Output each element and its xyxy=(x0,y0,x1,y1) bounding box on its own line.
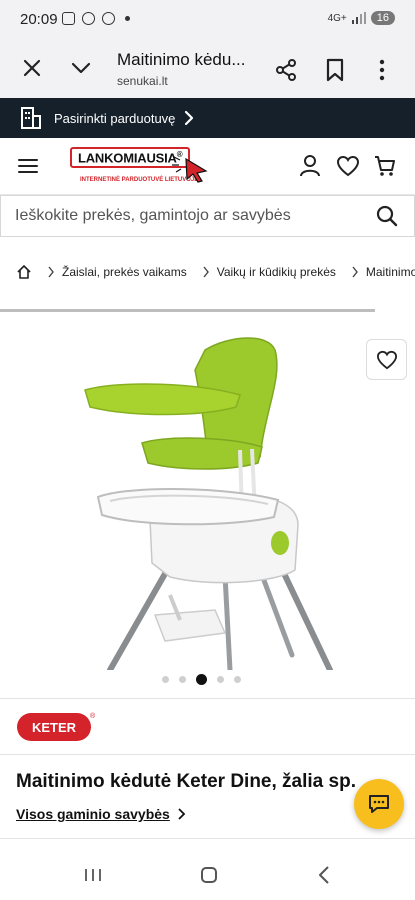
signal-icon xyxy=(351,12,366,24)
page-title[interactable]: Maitinimo kėdu... xyxy=(117,50,246,70)
chevron-right-icon xyxy=(48,266,54,278)
notification-dot-icon xyxy=(125,16,130,21)
product-image[interactable] xyxy=(30,325,390,670)
user-icon[interactable] xyxy=(299,154,321,178)
breadcrumb-item[interactable]: Žaislai, prekės vaikams xyxy=(62,265,187,279)
gallery-dot[interactable] xyxy=(196,674,207,685)
search-icon[interactable] xyxy=(376,205,398,227)
gallery-dot[interactable] xyxy=(179,676,186,683)
site-logo[interactable]: LANKOMIAUSIA® INTERNETINĖ PARDUOTUVĖ LIE… xyxy=(70,147,212,187)
search-bar xyxy=(0,195,415,237)
store-selector-label[interactable]: Pasirinkti parduotuvę xyxy=(54,111,175,126)
screenshot-icon xyxy=(62,12,75,25)
gallery-dot[interactable] xyxy=(217,676,224,683)
chevron-right-icon xyxy=(178,808,186,820)
network-label: 4G+ xyxy=(327,12,347,24)
divider xyxy=(0,754,415,755)
cart-icon[interactable] xyxy=(374,154,396,178)
cursor-icon xyxy=(172,156,208,183)
menu-icon[interactable] xyxy=(18,158,38,174)
recents-icon[interactable] xyxy=(84,868,102,882)
status-bar: 20:09 4G+ 16 xyxy=(0,0,415,40)
close-icon[interactable] xyxy=(22,58,42,78)
chevron-right-icon xyxy=(185,110,194,126)
status-right: 4G+ 16 xyxy=(328,11,395,25)
breadcrumb-item[interactable]: Vaikų ir kūdikių prekės xyxy=(217,265,336,279)
back-icon[interactable] xyxy=(318,866,330,884)
gallery-dot[interactable] xyxy=(234,676,241,683)
all-properties-link[interactable]: Visos gaminio savybės xyxy=(16,806,186,822)
breadcrumb: Žaislai, prekės vaikams Vaikų ir kūdikių… xyxy=(0,258,415,286)
wishlist-button[interactable] xyxy=(366,339,407,380)
heart-icon xyxy=(376,350,397,369)
status-time: 20:09 xyxy=(20,11,58,28)
chevron-right-icon xyxy=(352,266,358,278)
heart-icon[interactable] xyxy=(336,155,360,177)
gallery-dot[interactable] xyxy=(162,676,169,683)
chevron-down-icon[interactable] xyxy=(70,57,92,79)
chevron-right-icon xyxy=(203,266,209,278)
brand-reg-mark: ® xyxy=(90,712,96,720)
chat-button[interactable] xyxy=(354,779,404,829)
home-nav-icon[interactable] xyxy=(201,867,217,883)
bookmark-icon[interactable] xyxy=(325,58,345,82)
browser-toolbar: Maitinimo kėdu... senukai.lt xyxy=(0,40,415,98)
store-selector-bar[interactable]: Pasirinkti parduotuvę xyxy=(0,98,415,138)
divider xyxy=(0,698,415,699)
chrome-icon xyxy=(82,12,95,25)
home-icon[interactable] xyxy=(16,264,32,280)
brand-logo[interactable]: KETER ® xyxy=(16,711,96,743)
search-input[interactable] xyxy=(15,196,365,236)
chat-icon xyxy=(369,795,389,813)
share-icon[interactable] xyxy=(274,58,298,82)
battery-badge: 16 xyxy=(370,11,395,25)
product-title: Maitinimo kėdutė Keter Dine, žalia sp. xyxy=(16,771,356,792)
more-icon[interactable] xyxy=(374,58,390,82)
gallery-dots xyxy=(162,674,241,685)
brand-name: KETER xyxy=(32,720,77,735)
all-properties-label: Visos gaminio savybės xyxy=(16,806,170,822)
page-url[interactable]: senukai.lt xyxy=(117,74,168,88)
divider xyxy=(0,838,415,839)
store-icon xyxy=(21,107,41,129)
site-header: LANKOMIAUSIA® INTERNETINĖ PARDUOTUVĖ LIE… xyxy=(0,138,415,195)
system-nav-bar xyxy=(0,850,415,900)
breadcrumb-item[interactable]: Maitinimo kėdutės xyxy=(366,265,415,279)
status-notification-icons xyxy=(62,12,130,25)
scroll-indicator xyxy=(0,309,375,312)
messenger-icon xyxy=(102,12,115,25)
